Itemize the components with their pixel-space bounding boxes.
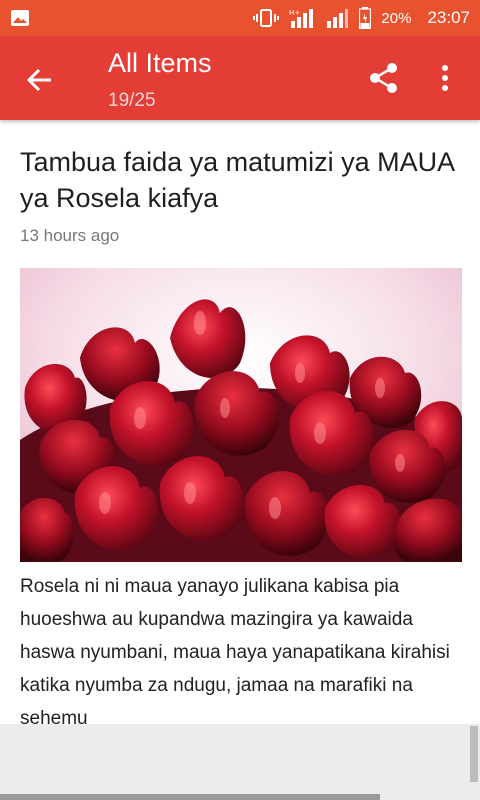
more-options-button[interactable] bbox=[430, 58, 460, 98]
item-position: 19/25 bbox=[108, 90, 156, 111]
share-icon bbox=[370, 63, 397, 93]
share-button[interactable] bbox=[364, 58, 404, 98]
progress-track bbox=[0, 794, 380, 800]
app-bar: All Items 19/25 bbox=[0, 36, 480, 120]
battery-icon bbox=[359, 7, 372, 29]
back-button[interactable] bbox=[22, 62, 58, 98]
arrow-left-icon bbox=[26, 68, 51, 92]
signal-icon bbox=[325, 7, 349, 29]
page-title: All Items bbox=[108, 48, 212, 78]
battery-percent: 20% bbox=[381, 9, 412, 27]
signal-icon: H+ bbox=[289, 7, 315, 29]
article-title: Tambua faida ya matumizi ya MAUA ya Rose… bbox=[20, 147, 454, 213]
more-vertical-icon bbox=[442, 65, 448, 91]
status-bar: H+ 20% 23:07 bbox=[0, 0, 480, 36]
svg-text:H+: H+ bbox=[289, 9, 300, 17]
article-body: Rosela ni ni maua yanayo julikana kabisa… bbox=[20, 576, 450, 729]
vibrate-icon bbox=[253, 8, 280, 28]
clock: 23:07 bbox=[427, 8, 470, 27]
bottom-panel bbox=[0, 724, 480, 800]
gallery-icon bbox=[10, 9, 30, 27]
article-timestamp: 13 hours ago bbox=[20, 226, 120, 245]
scrollbar-thumb[interactable] bbox=[470, 726, 478, 782]
article-image bbox=[20, 268, 462, 562]
